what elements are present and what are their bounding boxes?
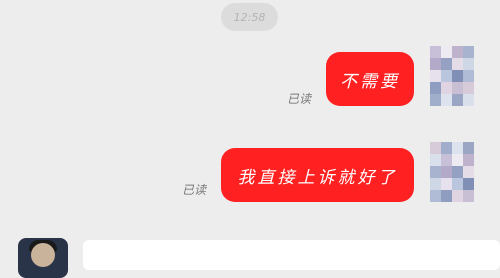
avatar-mosaic-cell [463,154,474,166]
message-bubble-2[interactable]: 我直接上诉就好了 [221,148,414,202]
avatar-mosaic-cell [441,178,452,190]
avatar-mosaic-cell [452,154,463,166]
avatar-mosaic-cell [463,142,474,154]
avatar-mosaic-cell [430,178,441,190]
avatar-mosaic-cell [452,142,463,154]
avatar-mosaic-cell [430,58,441,70]
avatar-mosaic-cell [452,70,463,82]
avatar-mosaic-cell [463,46,474,58]
avatar-mosaic-cell [463,166,474,178]
blurred-avatar-icon[interactable] [430,46,474,106]
avatar-mosaic-cell [430,142,441,154]
avatar-mosaic-cell [441,190,452,202]
avatar-mosaic-cell [452,178,463,190]
avatar-mosaic-cell [452,190,463,202]
avatar-mosaic-cell [452,94,463,106]
avatar-mosaic-cell [430,46,441,58]
avatar-mosaic-cell [430,166,441,178]
avatar-mosaic-cell [463,82,474,94]
avatar-mosaic-cell [463,70,474,82]
blurred-avatar-icon[interactable] [430,142,474,202]
message-input-field[interactable] [83,240,500,270]
avatar-mosaic-cell [441,166,452,178]
avatar-mosaic-cell [441,94,452,106]
message-text-1: 不需要 [340,71,400,92]
avatar-mosaic-cell [441,70,452,82]
avatar-mosaic-cell [430,94,441,106]
avatar-mosaic-cell [463,58,474,70]
avatar-mosaic-cell [441,46,452,58]
avatar-mosaic-cell [441,82,452,94]
avatar-mosaic-cell [430,70,441,82]
avatar-mosaic-cell [430,82,441,94]
message-text-2: 我直接上诉就好了 [237,167,398,188]
avatar-mosaic-cell [452,46,463,58]
avatar-mosaic-cell [463,94,474,106]
avatar-face [31,243,55,267]
avatar-mosaic-cell [430,190,441,202]
avatar-mosaic-cell [452,58,463,70]
message-timestamp: 12:58 [221,3,278,31]
avatar-mosaic-cell [452,166,463,178]
avatar-mosaic-cell [441,154,452,166]
avatar-mosaic-cell [441,142,452,154]
avatar-mosaic-cell [463,178,474,190]
avatar-mosaic-cell [441,58,452,70]
read-status-1: 已读 [287,92,312,106]
read-status-2: 已读 [182,183,207,197]
avatar-mosaic-cell [430,154,441,166]
avatar-mosaic-cell [463,190,474,202]
avatar-mosaic-cell [452,82,463,94]
message-bubble-1[interactable]: 不需要 [326,52,414,106]
user-avatar-icon[interactable] [18,238,68,278]
